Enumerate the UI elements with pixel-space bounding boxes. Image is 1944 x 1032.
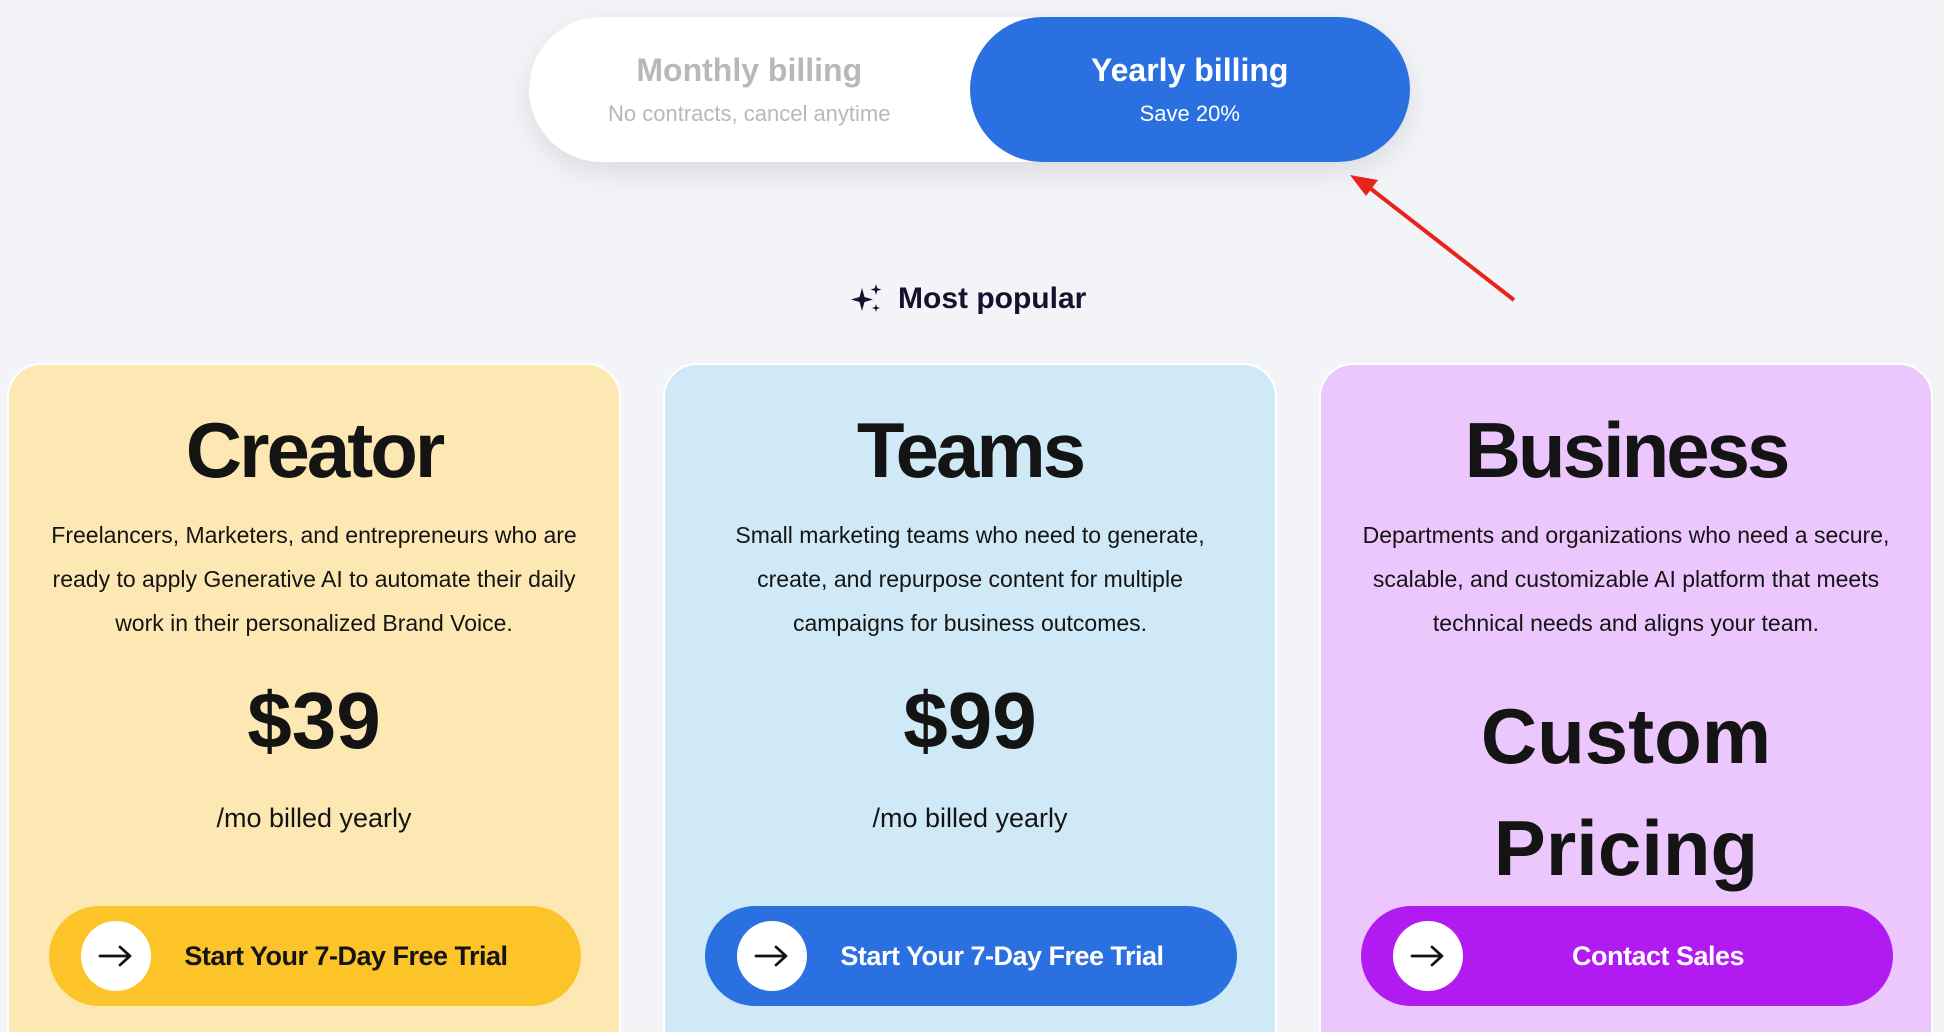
- arrow-right-icon: [737, 921, 807, 991]
- plan-name: Creator: [185, 406, 445, 494]
- sparkles-icon: [851, 284, 882, 312]
- price-line-1: Custom: [1480, 692, 1772, 780]
- plan-price: $39: [247, 676, 381, 765]
- most-popular-label: Most popular: [898, 282, 1087, 315]
- plan-description: Departments and organizations who need a…: [1362, 522, 1890, 636]
- plan-card-creator: Creator Freelancers, Marketers, and entr…: [7, 363, 621, 1032]
- yearly-billing-option[interactable]: Yearly billing Save 20%: [969, 17, 1410, 162]
- monthly-billing-title: Monthly billing: [636, 52, 863, 88]
- plan-period: /mo billed yearly: [872, 803, 1068, 833]
- arrow-right-icon: [1393, 921, 1463, 991]
- contact-sales-button[interactable]: Contact Sales: [1361, 906, 1893, 1006]
- billing-toggle: Monthly billing No contracts, cancel any…: [529, 17, 1410, 162]
- monthly-billing-subtitle: No contracts, cancel anytime: [608, 101, 891, 126]
- start-free-trial-button[interactable]: Start Your 7-Day Free Trial: [705, 906, 1237, 1006]
- plan-price: $99: [903, 676, 1037, 765]
- monthly-billing-option[interactable]: Monthly billing No contracts, cancel any…: [529, 17, 970, 162]
- plan-name: Business: [1464, 406, 1791, 494]
- plan-name: Teams: [856, 406, 1086, 494]
- yearly-billing-title: Yearly billing: [1091, 52, 1289, 88]
- plan-card-teams: Teams Small marketing teams who need to …: [663, 363, 1277, 1032]
- annotation-arrow-head: [1350, 175, 1378, 196]
- cta-label: Contact Sales: [1571, 940, 1745, 971]
- cta-label: Start Your 7-Day Free Trial: [840, 940, 1164, 971]
- plan-price-custom: Custom Pricing: [1321, 680, 1931, 904]
- plan-card-business: Business Departments and organizations w…: [1319, 363, 1933, 1032]
- start-free-trial-button[interactable]: Start Your 7-Day Free Trial: [49, 906, 581, 1006]
- arrow-right-icon: [81, 921, 151, 991]
- plan-period: /mo billed yearly: [216, 803, 412, 833]
- annotation-arrow-line: [1364, 183, 1516, 302]
- plan-description: Freelancers, Marketers, and entrepreneur…: [51, 522, 577, 636]
- price-line-2: Pricing: [1493, 804, 1759, 892]
- yearly-billing-subtitle: Save 20%: [1139, 101, 1240, 126]
- plan-description: Small marketing teams who need to genera…: [735, 522, 1205, 636]
- most-popular-badge: Most popular: [850, 282, 1086, 316]
- cta-label: Start Your 7-Day Free Trial: [184, 940, 508, 971]
